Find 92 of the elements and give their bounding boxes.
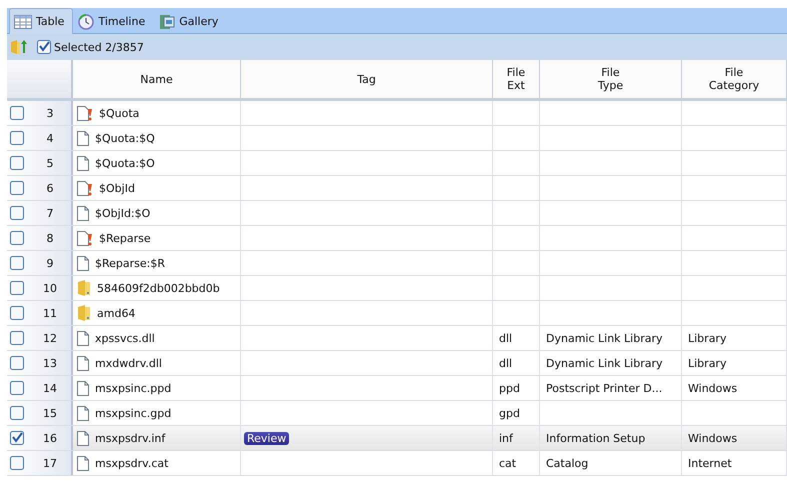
file-type: Dynamic Link Library — [546, 332, 662, 344]
file-name: msxpsdrv.inf — [95, 432, 166, 444]
checkbox[interactable] — [10, 231, 24, 245]
column-header[interactable]: File Category — [682, 60, 787, 98]
tag-badge: Review — [244, 432, 290, 444]
checkbox[interactable] — [10, 131, 24, 145]
file-type: Catalog — [546, 456, 588, 470]
file-category: Library — [688, 332, 726, 344]
file-icon — [77, 156, 89, 170]
file-extension: dll — [499, 356, 512, 370]
file-warning-icon — [77, 180, 93, 196]
file-icon — [77, 330, 89, 346]
file-name: $Reparse — [99, 232, 151, 244]
gallery-icon — [159, 14, 176, 30]
file-extension: cat — [499, 456, 516, 470]
file-category: Windows — [688, 432, 738, 444]
row-number: 17 — [42, 456, 58, 470]
row-number: 12 — [42, 332, 58, 344]
selection-count: Selected 2/3857 — [54, 40, 144, 54]
file-icon — [77, 356, 89, 370]
checkbox[interactable] — [10, 406, 24, 420]
column-header[interactable]: Tag — [241, 60, 493, 98]
column-header[interactable]: File Type — [540, 60, 682, 98]
row-number: 13 — [42, 356, 58, 370]
file-name: $ObjId:$O — [95, 206, 150, 220]
file-warning-icon — [77, 230, 93, 246]
file-name: $ObjId — [99, 182, 135, 194]
checkbox[interactable] — [37, 40, 51, 54]
file-name: $Quota:$Q — [95, 132, 155, 144]
row-number: 5 — [46, 156, 54, 170]
file-extension: inf — [499, 432, 513, 444]
file-extension: dll — [499, 332, 512, 344]
file-icon — [77, 380, 89, 396]
row-number: 14 — [42, 382, 58, 394]
file-name: $Quota:$O — [95, 156, 155, 170]
column-header[interactable]: File Ext — [493, 60, 540, 98]
checkbox[interactable] — [10, 206, 24, 220]
row-number: 9 — [46, 256, 54, 270]
row-number: 15 — [42, 406, 58, 420]
row-number: 3 — [46, 106, 54, 120]
row-number: 10 — [42, 282, 58, 294]
file-warning-icon — [77, 106, 93, 120]
file-category: Internet — [688, 456, 732, 470]
checkbox[interactable] — [10, 156, 24, 170]
file-type: Postscript Printer D... — [546, 382, 662, 394]
file-name: $Quota — [99, 106, 140, 120]
checkbox[interactable] — [10, 381, 24, 395]
column-header[interactable]: Name — [73, 60, 241, 98]
file-name: msxpsdrv.cat — [95, 456, 168, 470]
row-number: 7 — [46, 206, 54, 220]
row-number: 6 — [46, 182, 54, 194]
checkbox[interactable] — [10, 256, 24, 270]
file-name: xpssvcs.dll — [95, 332, 155, 344]
tab[interactable]: Timeline — [73, 9, 154, 33]
file-icon — [77, 256, 89, 270]
file-type: Information Setup — [546, 432, 646, 444]
selected-row[interactable]: 16 msxpsdrv.inf Review inf Information Setup Windows — [7, 426, 787, 451]
file-category: Windows — [688, 382, 738, 394]
tab[interactable]: Table — [9, 8, 74, 34]
file-name: msxpsinc.ppd — [95, 382, 172, 394]
checkbox[interactable] — [10, 456, 24, 470]
folder-icon — [77, 305, 91, 321]
file-name: msxpsinc.gpd — [95, 406, 172, 420]
row-number: 8 — [46, 232, 54, 244]
row-number: 4 — [46, 132, 54, 144]
checkbox[interactable] — [10, 356, 24, 370]
checkbox[interactable] — [10, 431, 24, 445]
row-number: 11 — [42, 306, 58, 320]
folder-icon — [77, 280, 91, 296]
file-extension: gpd — [499, 406, 520, 420]
checkbox[interactable] — [10, 331, 24, 345]
checkbox[interactable] — [10, 181, 24, 195]
file-type: Dynamic Link Library — [546, 356, 662, 370]
file-name: mxdwdrv.dll — [95, 356, 162, 370]
row-number: 16 — [42, 432, 58, 444]
table-icon — [14, 14, 32, 28]
tab[interactable]: Gallery — [154, 9, 228, 33]
file-extension: ppd — [499, 382, 520, 394]
checkbox[interactable] — [10, 306, 24, 320]
clock-icon — [78, 14, 94, 30]
checkbox[interactable] — [10, 281, 24, 295]
file-icon — [77, 406, 89, 420]
file-icon — [77, 206, 89, 220]
file-icon — [77, 456, 89, 470]
file-category: Library — [688, 356, 726, 370]
file-name: 584609f2db002bbd0b — [97, 282, 220, 294]
folder-up-icon[interactable] — [11, 39, 27, 55]
file-icon — [77, 430, 89, 446]
file-name: amd64 — [97, 306, 136, 320]
file-name: $Reparse:$R — [95, 256, 166, 270]
file-icon — [77, 130, 89, 146]
checkbox[interactable] — [10, 106, 24, 120]
